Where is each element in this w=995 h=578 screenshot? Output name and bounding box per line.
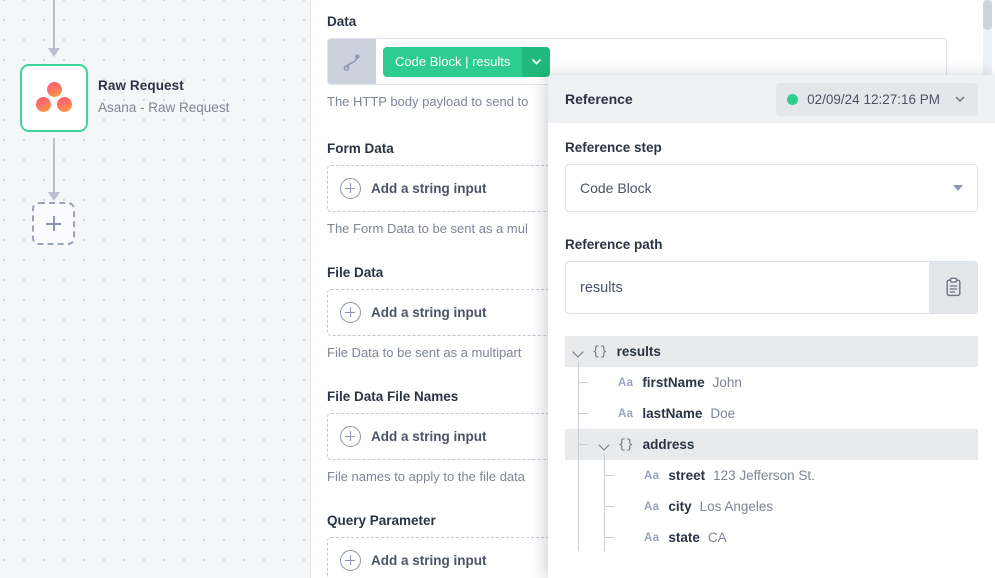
circle-plus-icon xyxy=(340,550,361,571)
reference-path-value[interactable]: results xyxy=(566,262,929,313)
caret-down-icon xyxy=(953,185,963,191)
field-label-data: Data xyxy=(327,14,947,29)
node-subtitle: Asana - Raw Request xyxy=(98,100,229,115)
tree-key: street xyxy=(668,468,705,483)
tree-key: state xyxy=(668,530,700,545)
reference-curve-icon[interactable] xyxy=(328,39,376,84)
tree-key: lastName xyxy=(642,406,702,421)
tree-guide-tick xyxy=(605,537,614,538)
circle-plus-icon xyxy=(340,302,361,323)
braces-icon: {} xyxy=(618,437,634,452)
connector-arrow-bottom xyxy=(48,192,60,201)
add-string-label: Add a string input xyxy=(371,181,487,196)
tree-row[interactable]: {} address xyxy=(565,429,978,460)
tree-guide-tick xyxy=(579,444,588,445)
braces-icon: {} xyxy=(592,344,608,359)
connector-line-bottom xyxy=(53,138,55,194)
reference-popup-body: Reference step Code Block Reference path… xyxy=(548,123,995,570)
reference-path-field[interactable]: results xyxy=(565,261,978,314)
tree-value: 123 Jefferson St. xyxy=(713,468,815,483)
copy-path-button[interactable] xyxy=(929,262,977,313)
tree-row[interactable]: {} results xyxy=(565,336,978,367)
app-root: Raw Request Asana - Raw Request Data xyxy=(0,0,995,578)
tree-key: firstName xyxy=(642,375,704,390)
tree-key: results xyxy=(617,344,661,359)
aa-text-icon: Aa xyxy=(618,377,633,389)
circle-plus-icon xyxy=(340,426,361,447)
reference-json-tree[interactable]: {} results Aa firstName John Aa lastName Doe {} a… xyxy=(565,336,978,553)
add-string-label: Add a string input xyxy=(371,553,487,568)
reference-chip[interactable]: Code Block | results xyxy=(383,47,522,77)
aa-text-icon: Aa xyxy=(644,532,659,544)
tree-key: city xyxy=(668,499,691,514)
add-string-label: Add a string input xyxy=(371,305,487,320)
tree-guide-line xyxy=(578,361,579,551)
reference-popup-header: Reference 02/09/24 12:27:16 PM xyxy=(548,75,995,123)
add-step-button[interactable] xyxy=(32,202,75,245)
plus-icon xyxy=(46,216,61,231)
tree-value: John xyxy=(713,375,742,390)
tree-row[interactable]: Aa street 123 Jefferson St. xyxy=(565,460,978,491)
chevron-down-icon xyxy=(953,92,967,106)
workflow-node-raw-request[interactable] xyxy=(20,64,88,132)
clipboard-icon xyxy=(944,277,963,298)
tree-guide-tick xyxy=(605,506,614,507)
tree-row[interactable]: Aa firstName John xyxy=(565,367,978,398)
reference-path-label: Reference path xyxy=(565,237,978,252)
tree-value: Los Angeles xyxy=(700,499,774,514)
tree-value: CA xyxy=(708,530,727,545)
reference-popup-title: Reference xyxy=(565,91,633,107)
run-timestamp: 02/09/24 12:27:16 PM xyxy=(807,92,940,107)
aa-text-icon: Aa xyxy=(618,408,633,420)
tree-guide-tick xyxy=(579,382,588,383)
run-selector[interactable]: 02/09/24 12:27:16 PM xyxy=(776,83,978,116)
tree-key: address xyxy=(643,437,695,452)
tree-row[interactable]: Aa lastName Doe xyxy=(565,398,978,429)
workflow-canvas[interactable]: Raw Request Asana - Raw Request xyxy=(0,0,311,578)
tree-value: Doe xyxy=(710,406,735,421)
tree-guide-tick xyxy=(605,475,614,476)
tree-guide-tick xyxy=(579,413,588,414)
reference-popup: Reference 02/09/24 12:27:16 PM Reference… xyxy=(548,75,995,578)
chevron-down-icon[interactable] xyxy=(573,346,584,357)
chevron-down-icon[interactable] xyxy=(522,47,550,77)
connector-arrow-top xyxy=(48,48,60,57)
reference-step-value: Code Block xyxy=(580,180,652,196)
circle-plus-icon xyxy=(340,178,361,199)
aa-text-icon: Aa xyxy=(644,501,659,513)
add-string-label: Add a string input xyxy=(371,429,487,444)
run-status-dot-icon xyxy=(787,94,798,105)
scrollbar-thumb[interactable] xyxy=(983,0,992,30)
node-title: Raw Request xyxy=(98,78,184,93)
chevron-down-icon[interactable] xyxy=(599,439,610,450)
reference-step-select[interactable]: Code Block xyxy=(565,164,978,212)
asana-logo-icon xyxy=(36,82,72,114)
reference-step-label: Reference step xyxy=(565,140,978,155)
tree-row[interactable]: Aastate CA xyxy=(565,522,978,553)
aa-text-icon: Aa xyxy=(644,470,659,482)
connector-line-top xyxy=(53,0,55,50)
tree-row[interactable]: Aacity Los Angeles xyxy=(565,491,978,522)
